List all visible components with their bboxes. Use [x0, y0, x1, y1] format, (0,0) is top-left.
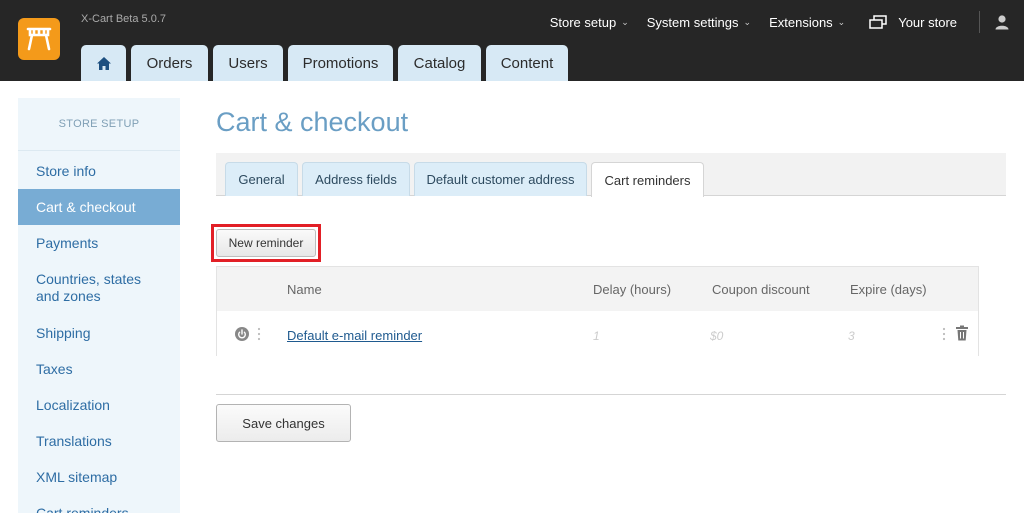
tab-users[interactable]: Users — [213, 45, 283, 81]
sidebar-item-store-info[interactable]: Store info — [18, 153, 180, 189]
chevron-down-icon: ⌄ — [743, 16, 752, 27]
table-row: Default e-mail reminder 1 $0 3 — [217, 311, 978, 356]
nav-your-store[interactable]: Your store — [869, 15, 957, 30]
new-reminder-button[interactable]: New reminder — [216, 229, 316, 257]
delay-value[interactable]: 1 — [593, 329, 600, 343]
column-name[interactable]: Name — [287, 282, 322, 297]
sidebar: STORE SETUP Store info Cart & checkout P… — [18, 98, 180, 513]
sidebar-item-cart-reminders[interactable]: Cart reminders — [18, 495, 180, 513]
sidebar-item-xml-sitemap[interactable]: XML sitemap — [18, 459, 180, 495]
coupon-value[interactable]: $0 — [710, 329, 723, 343]
tab-orders[interactable]: Orders — [131, 45, 208, 81]
nav-system-settings[interactable]: System settings ⌄ — [647, 15, 751, 30]
user-icon — [995, 15, 1009, 30]
tab-content[interactable]: Content — [486, 45, 568, 81]
column-delay[interactable]: Delay (hours) — [593, 282, 671, 297]
column-coupon[interactable]: Coupon discount — [712, 282, 810, 297]
chevron-down-icon: ⌄ — [837, 16, 846, 27]
table-header: Name Delay (hours) Coupon discount Expir… — [217, 267, 978, 311]
subtab-general[interactable]: General — [225, 162, 298, 196]
tab-home[interactable] — [81, 45, 126, 81]
home-icon — [96, 56, 111, 70]
sidebar-item-payments[interactable]: Payments — [18, 225, 180, 261]
expire-value[interactable]: 3 — [848, 329, 855, 343]
sidebar-item-translations[interactable]: Translations — [18, 423, 180, 459]
tab-catalog[interactable]: Catalog — [398, 45, 481, 81]
sidebar-heading: STORE SETUP — [18, 98, 180, 151]
xcart-logo[interactable] — [18, 18, 60, 60]
page-title: Cart & checkout — [216, 107, 409, 137]
top-header: X-Cart Beta 5.0.7 Store setup ⌄ System s… — [0, 0, 1024, 81]
settings-subtabs: General Address fields Default customer … — [216, 153, 1006, 197]
store-window-icon — [869, 15, 887, 29]
sidebar-item-countries[interactable]: Countries, states and zones — [18, 261, 180, 315]
more-options-icon[interactable] — [942, 326, 946, 342]
version-label: X-Cart Beta 5.0.7 — [81, 13, 166, 25]
column-expire[interactable]: Expire (days) — [850, 282, 927, 297]
drag-handle-icon[interactable] — [257, 326, 261, 342]
trash-icon[interactable] — [955, 325, 969, 341]
main-tabs: Orders Users Promotions Catalog Content — [81, 45, 573, 81]
subtab-address-fields[interactable]: Address fields — [302, 162, 410, 196]
subtab-cart-reminders[interactable]: Cart reminders — [591, 162, 704, 197]
user-menu[interactable] — [980, 14, 1024, 30]
tab-promotions[interactable]: Promotions — [288, 45, 393, 81]
save-changes-button[interactable]: Save changes — [216, 404, 351, 442]
form-divider — [216, 394, 1006, 395]
top-nav: Store setup ⌄ System settings ⌄ Extensio… — [532, 11, 1024, 33]
chevron-down-icon: ⌄ — [621, 16, 629, 27]
cart-logo-icon — [26, 27, 52, 51]
reminders-table: Name Delay (hours) Coupon discount Expir… — [216, 266, 979, 356]
sidebar-item-localization[interactable]: Localization — [18, 387, 180, 423]
nav-extensions[interactable]: Extensions ⌄ — [769, 15, 845, 30]
sidebar-item-cart-checkout[interactable]: Cart & checkout — [18, 189, 180, 225]
power-toggle-icon[interactable] — [235, 327, 249, 341]
nav-store-setup[interactable]: Store setup ⌄ — [550, 15, 629, 30]
reminder-name-link[interactable]: Default e-mail reminder — [287, 328, 422, 343]
sidebar-item-shipping[interactable]: Shipping — [18, 315, 180, 351]
sidebar-item-taxes[interactable]: Taxes — [18, 351, 180, 387]
subtab-default-customer-address[interactable]: Default customer address — [414, 162, 587, 196]
